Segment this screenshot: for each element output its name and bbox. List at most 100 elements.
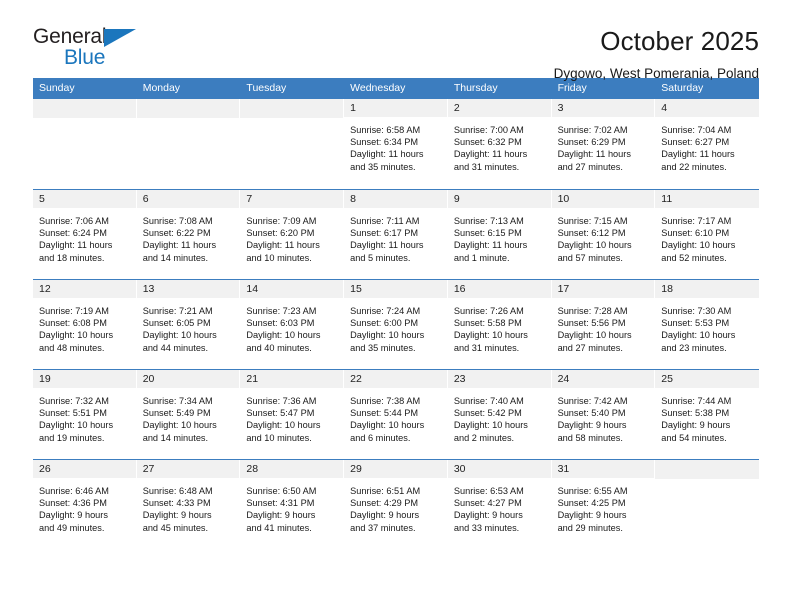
daylight-line-1: Daylight: 9 hours [453,510,523,521]
day-details: Sunrise: 7:15 AM Sunset: 6:12 PM Dayligh… [552,209,655,264]
day-number: 19 [33,370,136,389]
weekday-thursday: Thursday [453,82,498,94]
day-details: Sunrise: 6:48 AM Sunset: 4:33 PM Dayligh… [137,479,240,534]
calendar-grid: Sunday Monday Tuesday Wednesday Thursday… [33,78,759,549]
day-cell[interactable]: 28 Sunrise: 6:50 AM Sunset: 4:31 PM Dayl… [240,460,345,549]
sunset-line: Sunset: 6:20 PM [246,228,315,239]
daylight-line-2: and 31 minutes. [453,342,520,353]
day-details: Sunrise: 6:51 AM Sunset: 4:29 PM Dayligh… [344,479,447,534]
day-cell[interactable]: 27 Sunrise: 6:48 AM Sunset: 4:33 PM Dayl… [136,460,241,549]
sunrise-line: Sunrise: 6:46 AM [39,486,109,496]
day-details: Sunrise: 7:24 AM Sunset: 6:00 PM Dayligh… [344,299,447,354]
sunset-line: Sunset: 4:25 PM [557,498,626,509]
day-cell[interactable]: 8 Sunrise: 7:11 AM Sunset: 6:17 PM Dayli… [344,190,448,279]
sunset-line: Sunset: 5:47 PM [246,408,315,419]
day-number: 12 [33,280,136,299]
day-cell[interactable]: 19 Sunrise: 7:32 AM Sunset: 5:51 PM Dayl… [33,370,137,459]
day-cell[interactable]: 11 Sunrise: 7:17 AM Sunset: 6:10 PM Dayl… [655,190,759,279]
sunset-line: Sunset: 5:49 PM [142,408,211,419]
sunrise-line: Sunrise: 6:51 AM [350,486,421,496]
day-cell[interactable]: 21 Sunrise: 7:36 AM Sunset: 5:47 PM Dayl… [240,370,345,459]
daylight-line-1: Daylight: 9 hours [39,510,108,521]
daylight-line-1: Daylight: 10 hours [661,240,736,251]
day-details: Sunrise: 7:09 AM Sunset: 6:20 PM Dayligh… [240,209,343,264]
day-number: 29 [344,460,447,479]
day-number [655,460,759,479]
day-details: Sunrise: 7:23 AM Sunset: 6:03 PM Dayligh… [240,299,343,354]
sunrise-line: Sunrise: 7:19 AM [39,306,109,316]
day-details: Sunrise: 7:26 AM Sunset: 5:58 PM Dayligh… [448,299,551,354]
week-row: 26 Sunrise: 6:46 AM Sunset: 4:36 PM Dayl… [33,459,759,549]
day-details: Sunrise: 7:00 AM Sunset: 6:32 PM Dayligh… [448,118,551,173]
sunrise-line: Sunrise: 6:55 AM [557,486,628,496]
day-details: Sunrise: 7:40 AM Sunset: 5:42 PM Dayligh… [448,389,551,444]
general-blue-logo[interactable]: General Blue [33,26,153,74]
daylight-line-2: and 44 minutes. [142,342,209,353]
daylight-line-2: and 35 minutes. [350,161,416,172]
weekday-monday: Monday [142,82,181,94]
day-cell[interactable]: 18 Sunrise: 7:30 AM Sunset: 5:53 PM Dayl… [655,280,759,369]
day-details: Sunrise: 7:04 AM Sunset: 6:27 PM Dayligh… [655,118,759,173]
day-number: 9 [447,190,551,209]
sunrise-line: Sunrise: 7:04 AM [661,125,732,135]
day-number: 21 [240,370,344,389]
day-cell[interactable]: 31 Sunrise: 6:55 AM Sunset: 4:25 PM Dayl… [551,460,656,549]
sunset-line: Sunset: 4:31 PM [246,498,315,509]
day-cell[interactable]: 9 Sunrise: 7:13 AM Sunset: 6:15 PM Dayli… [447,190,552,279]
day-cell[interactable]: 25 Sunrise: 7:44 AM Sunset: 5:38 PM Dayl… [655,370,759,459]
day-cell[interactable]: 5 Sunrise: 7:06 AM Sunset: 6:24 PM Dayli… [33,190,137,279]
day-cell[interactable]: 14 Sunrise: 7:23 AM Sunset: 6:03 PM Dayl… [240,280,345,369]
day-number: 25 [655,370,759,389]
sunset-line: Sunset: 6:24 PM [39,228,107,239]
sunrise-line: Sunrise: 7:02 AM [557,125,628,135]
day-cell[interactable]: 17 Sunrise: 7:28 AM Sunset: 5:56 PM Dayl… [551,280,656,369]
daylight-line-2: and 33 minutes. [453,522,520,533]
sunset-line: Sunset: 6:12 PM [557,228,626,239]
day-details: Sunrise: 7:42 AM Sunset: 5:40 PM Dayligh… [552,389,655,444]
daylight-line-2: and 52 minutes. [661,252,727,263]
daylight-line-2: and 54 minutes. [661,432,727,443]
day-cell[interactable]: 24 Sunrise: 7:42 AM Sunset: 5:40 PM Dayl… [551,370,656,459]
daylight-line-1: Daylight: 11 hours [142,240,217,251]
day-cell[interactable]: 12 Sunrise: 7:19 AM Sunset: 6:08 PM Dayl… [33,280,137,369]
day-cell[interactable]: 1 Sunrise: 6:58 AM Sunset: 6:34 PM Dayli… [344,99,448,189]
daylight-line-2: and 57 minutes. [557,252,623,263]
day-details: Sunrise: 7:06 AM Sunset: 6:24 PM Dayligh… [33,209,136,264]
day-details: Sunrise: 7:38 AM Sunset: 5:44 PM Dayligh… [344,389,447,444]
day-cell[interactable]: 16 Sunrise: 7:26 AM Sunset: 5:58 PM Dayl… [447,280,552,369]
day-cell[interactable]: 2 Sunrise: 7:00 AM Sunset: 6:32 PM Dayli… [447,99,552,189]
day-cell[interactable]: 23 Sunrise: 7:40 AM Sunset: 5:42 PM Dayl… [447,370,552,459]
day-number: 16 [447,280,551,299]
day-cell[interactable]: 13 Sunrise: 7:21 AM Sunset: 6:05 PM Dayl… [136,280,241,369]
day-details: Sunrise: 7:34 AM Sunset: 5:49 PM Dayligh… [137,389,240,444]
day-cell[interactable]: 20 Sunrise: 7:34 AM Sunset: 5:49 PM Dayl… [136,370,241,459]
day-cell[interactable]: 10 Sunrise: 7:15 AM Sunset: 6:12 PM Dayl… [551,190,656,279]
week-row: 19 Sunrise: 7:32 AM Sunset: 5:51 PM Dayl… [33,369,759,459]
daylight-line-2: and 10 minutes. [246,432,312,443]
day-cell[interactable]: 29 Sunrise: 6:51 AM Sunset: 4:29 PM Dayl… [344,460,448,549]
day-number: 15 [344,280,447,299]
day-cell[interactable]: 6 Sunrise: 7:08 AM Sunset: 6:22 PM Dayli… [136,190,241,279]
day-details: Sunrise: 7:08 AM Sunset: 6:22 PM Dayligh… [137,209,240,264]
day-cell[interactable]: 3 Sunrise: 7:02 AM Sunset: 6:29 PM Dayli… [551,99,656,189]
day-number: 28 [240,460,344,479]
daylight-line-1: Daylight: 10 hours [453,330,528,341]
day-cell[interactable]: 15 Sunrise: 7:24 AM Sunset: 6:00 PM Dayl… [344,280,448,369]
day-cell[interactable]: 26 Sunrise: 6:46 AM Sunset: 4:36 PM Dayl… [33,460,137,549]
sunrise-line: Sunrise: 7:32 AM [39,396,109,406]
sunset-line: Sunset: 5:40 PM [557,408,626,419]
title-block: October 2025 Dygowo, West Pomerania, Pol… [554,26,759,83]
day-cell[interactable]: 7 Sunrise: 7:09 AM Sunset: 6:20 PM Dayli… [240,190,345,279]
sunrise-line: Sunrise: 7:21 AM [142,306,213,316]
sunrise-line: Sunrise: 7:44 AM [661,396,732,406]
day-cell[interactable]: 30 Sunrise: 6:53 AM Sunset: 4:27 PM Dayl… [447,460,552,549]
daylight-line-1: Daylight: 11 hours [350,240,424,251]
day-number: 10 [551,190,655,209]
sunrise-line: Sunrise: 7:08 AM [142,216,213,226]
day-number: 31 [551,460,655,479]
day-cell[interactable]: 22 Sunrise: 7:38 AM Sunset: 5:44 PM Dayl… [344,370,448,459]
day-cell [655,460,759,549]
daylight-line-2: and 14 minutes. [142,252,209,263]
daylight-line-1: Daylight: 9 hours [557,510,627,521]
day-cell[interactable]: 4 Sunrise: 7:04 AM Sunset: 6:27 PM Dayli… [655,99,759,189]
